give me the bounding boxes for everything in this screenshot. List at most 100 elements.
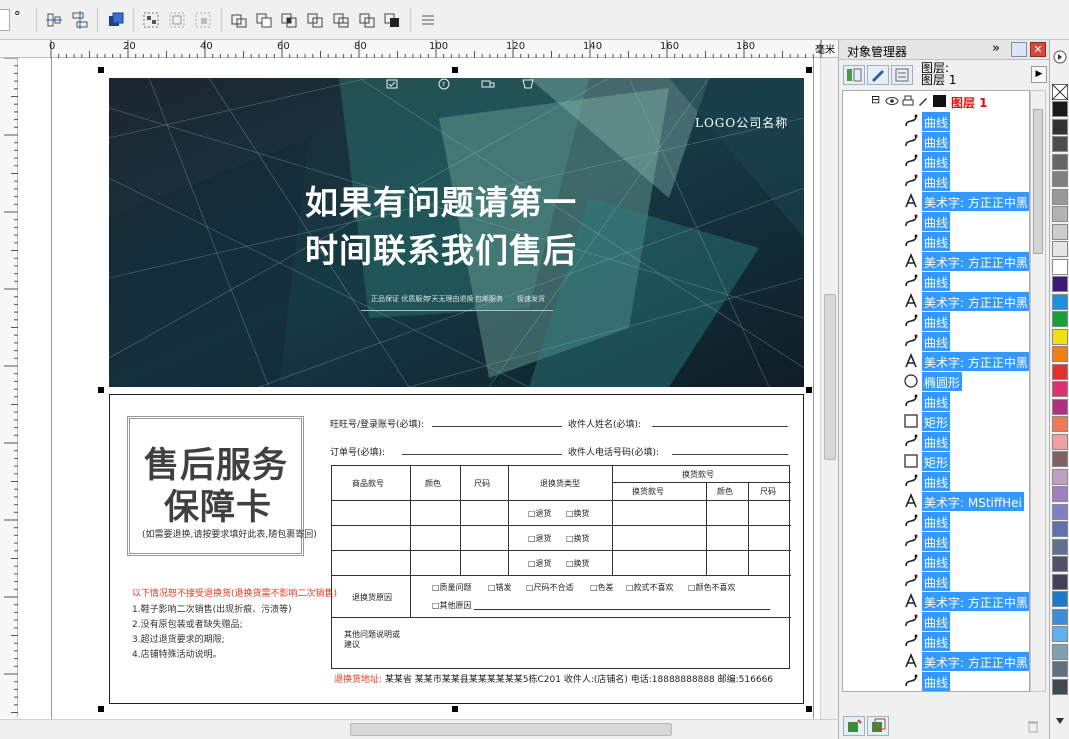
color-swatch[interactable] xyxy=(1052,433,1068,450)
distribute-icon[interactable] xyxy=(70,10,90,30)
tree-object-row[interactable]: 美术字: 方正正中黑 xyxy=(899,351,1029,371)
reason-option[interactable]: □色差 xyxy=(590,582,614,593)
tree-object-row[interactable]: 矩形 xyxy=(899,411,1029,431)
exchange-option[interactable]: □换货 xyxy=(566,533,590,544)
color-swatch[interactable] xyxy=(1052,241,1068,257)
color-swatch[interactable] xyxy=(1052,626,1068,642)
color-swatch[interactable] xyxy=(1052,591,1068,607)
tree-object-row[interactable]: 曲线 xyxy=(899,211,1029,231)
exchange-option[interactable]: □换货 xyxy=(566,558,590,569)
order-icon[interactable] xyxy=(106,10,126,30)
color-swatch[interactable] xyxy=(1052,678,1068,695)
selection-handle[interactable] xyxy=(98,387,104,393)
convert-to-curves-icon[interactable] xyxy=(418,10,438,30)
color-swatch[interactable] xyxy=(1052,346,1068,362)
selection-handle[interactable] xyxy=(98,706,104,712)
scrollbar-thumb[interactable] xyxy=(1033,109,1043,254)
no-color-swatch-icon[interactable] xyxy=(1052,84,1068,100)
color-swatch[interactable] xyxy=(1052,451,1068,467)
edit-across-layers-icon[interactable] xyxy=(867,65,889,85)
tree-object-row[interactable]: 曲线 xyxy=(899,131,1029,151)
collapse-icon[interactable]: ⊟ xyxy=(871,93,880,106)
scrollbar-thumb[interactable] xyxy=(350,723,672,736)
return-option[interactable]: □退货 xyxy=(528,508,552,519)
exchange-option[interactable]: □换货 xyxy=(566,508,590,519)
tree-object-row[interactable]: 美术字: 方正正中黑 xyxy=(899,251,1029,271)
color-swatch[interactable] xyxy=(1052,398,1068,415)
tree-object-row[interactable]: 椭圆形 xyxy=(899,371,1029,391)
reason-option[interactable]: □尺码不合适 xyxy=(526,582,574,593)
canvas-horizontal-scrollbar[interactable] xyxy=(0,719,838,739)
tree-object-row[interactable]: 美术字: 方正正中黑 xyxy=(899,651,1029,671)
color-swatch[interactable] xyxy=(1052,381,1068,397)
color-swatch[interactable] xyxy=(1052,556,1068,572)
color-swatch[interactable] xyxy=(1052,293,1068,310)
trash-icon[interactable] xyxy=(1025,718,1041,734)
boundary-icon[interactable] xyxy=(382,10,402,30)
show-properties-icon[interactable] xyxy=(843,65,865,85)
selection-handle[interactable] xyxy=(806,387,812,393)
rotation-angle-field[interactable] xyxy=(0,9,10,31)
tree-object-row[interactable]: 曲线 xyxy=(899,271,1029,291)
tree-object-row[interactable]: 曲线 xyxy=(899,571,1029,591)
color-swatch[interactable] xyxy=(1052,311,1068,327)
canvas-vertical-scrollbar[interactable] xyxy=(820,58,838,719)
tree-object-row[interactable]: 曲线 xyxy=(899,391,1029,411)
new-master-layer-icon[interactable] xyxy=(867,716,889,736)
tree-layer-row[interactable]: ⊟ 图层 1 xyxy=(843,92,1029,111)
color-swatch[interactable] xyxy=(1052,328,1068,345)
color-swatch[interactable] xyxy=(1052,661,1068,677)
tree-object-row[interactable]: 曲线 xyxy=(899,431,1029,451)
group-icon[interactable] xyxy=(141,10,161,30)
tree-layer-name[interactable]: 图层 1 xyxy=(951,94,988,111)
color-swatch[interactable] xyxy=(1052,188,1068,205)
tree-object-row[interactable]: 曲线 xyxy=(899,471,1029,491)
palette-scroll-up-icon[interactable] xyxy=(1053,50,1067,64)
back-minus-front-icon[interactable] xyxy=(357,10,377,30)
tree-object-row[interactable]: 曲线 xyxy=(899,551,1029,571)
eye-icon[interactable] xyxy=(885,95,899,107)
tree-object-row[interactable]: 曲线 xyxy=(899,671,1029,691)
color-swatch[interactable] xyxy=(1052,223,1068,240)
tree-object-row[interactable]: 曲线 xyxy=(899,311,1029,331)
reason-option[interactable]: □款式不喜欢 xyxy=(626,582,674,593)
new-layer-icon[interactable] xyxy=(843,716,865,736)
tree-object-row[interactable]: 曲线 xyxy=(899,171,1029,191)
return-form-table[interactable]: 商品款号 颜色 尺码 退换货类型 换货款号 换货款号 颜色 尺码 □退货 □换货… xyxy=(331,465,791,669)
color-swatch[interactable] xyxy=(1052,206,1068,222)
selection-handle[interactable] xyxy=(806,67,812,73)
palette-scroll-down-icon[interactable] xyxy=(1054,716,1066,726)
tree-object-row[interactable]: 曲线 xyxy=(899,151,1029,171)
return-option[interactable]: □退货 xyxy=(528,533,552,544)
minimize-docker-button[interactable] xyxy=(1011,42,1027,57)
trim-icon[interactable] xyxy=(254,10,274,30)
color-swatch[interactable] xyxy=(1052,468,1068,485)
align-icon[interactable] xyxy=(44,10,64,30)
tree-object-row[interactable]: 美术字: 方正正中黑 xyxy=(899,291,1029,311)
reason-option[interactable]: □错发 xyxy=(488,582,512,593)
color-swatch[interactable] xyxy=(1052,503,1068,520)
reason-option[interactable]: □其他原因 xyxy=(432,600,472,611)
tree-object-row[interactable]: 曲线 xyxy=(899,231,1029,251)
ungroup-icon[interactable] xyxy=(167,10,187,30)
color-swatch[interactable] xyxy=(1052,118,1068,135)
reason-option[interactable]: □质量问题 xyxy=(432,582,472,593)
ungroup-all-icon[interactable] xyxy=(193,10,213,30)
color-swatch[interactable] xyxy=(1052,171,1068,187)
color-swatch[interactable] xyxy=(1052,101,1068,117)
layer-color-swatch[interactable] xyxy=(933,95,946,107)
tree-object-row[interactable]: 曲线 xyxy=(899,331,1029,351)
tree-object-row[interactable]: 矩形 xyxy=(899,451,1029,471)
tree-object-row[interactable]: 曲线 xyxy=(899,511,1029,531)
scrollbar-thumb[interactable] xyxy=(824,294,836,460)
color-swatch[interactable] xyxy=(1052,363,1068,380)
object-tree[interactable]: ⊟ 图层 1 曲线 曲线 曲线 曲线 美术字: 方正正中黑 曲线 曲线 美术字: 方正正中黑曲… xyxy=(842,90,1030,692)
color-swatch[interactable] xyxy=(1052,258,1068,275)
color-swatch[interactable] xyxy=(1052,521,1068,537)
color-swatch[interactable] xyxy=(1052,136,1068,152)
layer-manager-view-icon[interactable] xyxy=(891,65,913,85)
tree-object-row[interactable]: 曲线 xyxy=(899,611,1029,631)
color-swatch[interactable] xyxy=(1052,573,1068,590)
tree-object-row[interactable]: 美术字: 方正正中黑 xyxy=(899,191,1029,211)
close-docker-button[interactable]: ✕ xyxy=(1030,42,1046,57)
